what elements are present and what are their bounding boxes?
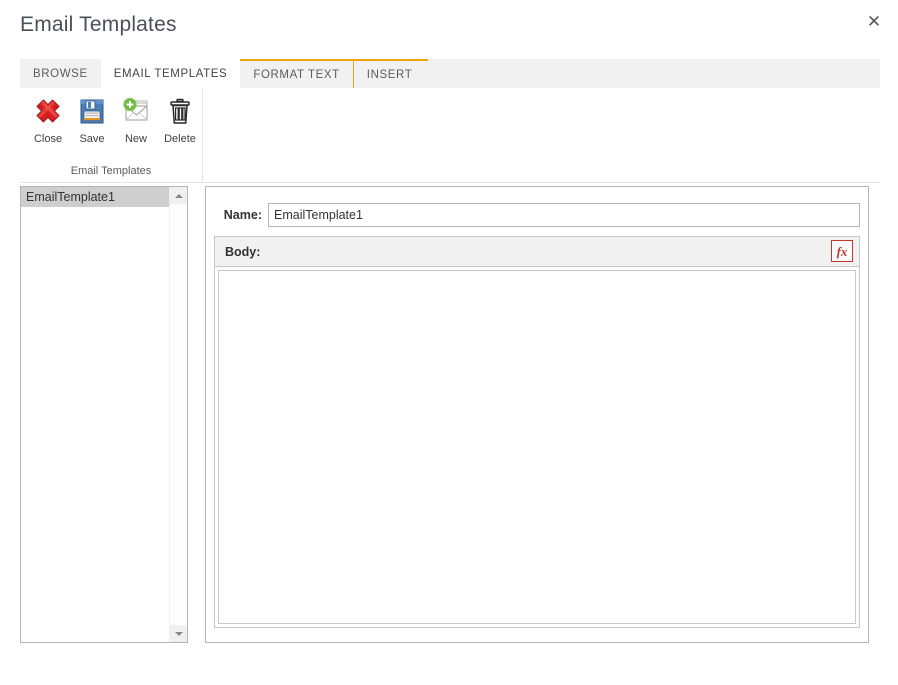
- contextual-tab-group: FORMAT TEXT INSERT: [240, 59, 429, 88]
- scroll-up-button[interactable]: [170, 187, 187, 204]
- tab-email-templates[interactable]: EMAIL TEMPLATES: [100, 59, 241, 88]
- name-input[interactable]: [268, 203, 860, 227]
- new-button[interactable]: New: [114, 94, 158, 145]
- name-row: Name:: [206, 203, 868, 227]
- body-input[interactable]: [218, 270, 856, 624]
- new-button-label: New: [124, 133, 147, 145]
- trash-can-icon: [164, 96, 196, 128]
- red-x-icon: [32, 96, 64, 128]
- floppy-disk-icon: [76, 96, 108, 128]
- delete-button[interactable]: Delete: [158, 94, 202, 145]
- ribbon-group-email-templates: Close Save New Delete Email Templates: [20, 88, 203, 181]
- template-listbox[interactable]: EmailTemplate1: [20, 186, 188, 643]
- body-editor: Body: fx: [214, 236, 860, 628]
- fx-label: fx: [836, 243, 848, 259]
- formula-icon[interactable]: fx: [831, 240, 853, 262]
- tab-browse[interactable]: BROWSE: [20, 59, 101, 88]
- template-editor-panel: Name: Body: fx: [205, 186, 869, 643]
- list-item[interactable]: EmailTemplate1: [21, 187, 170, 207]
- save-button[interactable]: Save: [70, 94, 114, 145]
- ribbon: BROWSE EMAIL TEMPLATES FORMAT TEXT INSER…: [20, 59, 880, 183]
- tab-format-text[interactable]: FORMAT TEXT: [240, 61, 352, 88]
- listbox-scrollbar[interactable]: [169, 187, 187, 642]
- save-button-label: Save: [79, 133, 105, 145]
- body-header: Body: fx: [215, 237, 859, 267]
- tab-insert[interactable]: INSERT: [354, 61, 429, 88]
- close-icon[interactable]: ✕: [860, 8, 888, 36]
- close-button-label: Close: [33, 133, 63, 145]
- name-label: Name:: [223, 208, 262, 222]
- content-area: EmailTemplate1 Name: Body: fx: [0, 186, 898, 656]
- chevron-down-icon: [174, 631, 183, 636]
- ribbon-body: Close Save New Delete Email Templates: [20, 88, 880, 183]
- ribbon-group-title: Email Templates: [70, 165, 152, 177]
- delete-button-label: Delete: [164, 133, 196, 145]
- ribbon-tabstrip: BROWSE EMAIL TEMPLATES FORMAT TEXT INSER…: [20, 59, 880, 88]
- body-label: Body:: [225, 244, 261, 259]
- chevron-up-icon: [174, 193, 183, 198]
- page-title: Email Templates: [20, 13, 177, 36]
- ribbon-group-buttons: Close Save New Delete: [20, 88, 202, 145]
- close-button[interactable]: Close: [26, 94, 70, 145]
- new-envelope-icon: [120, 96, 152, 128]
- scroll-down-button[interactable]: [170, 625, 187, 642]
